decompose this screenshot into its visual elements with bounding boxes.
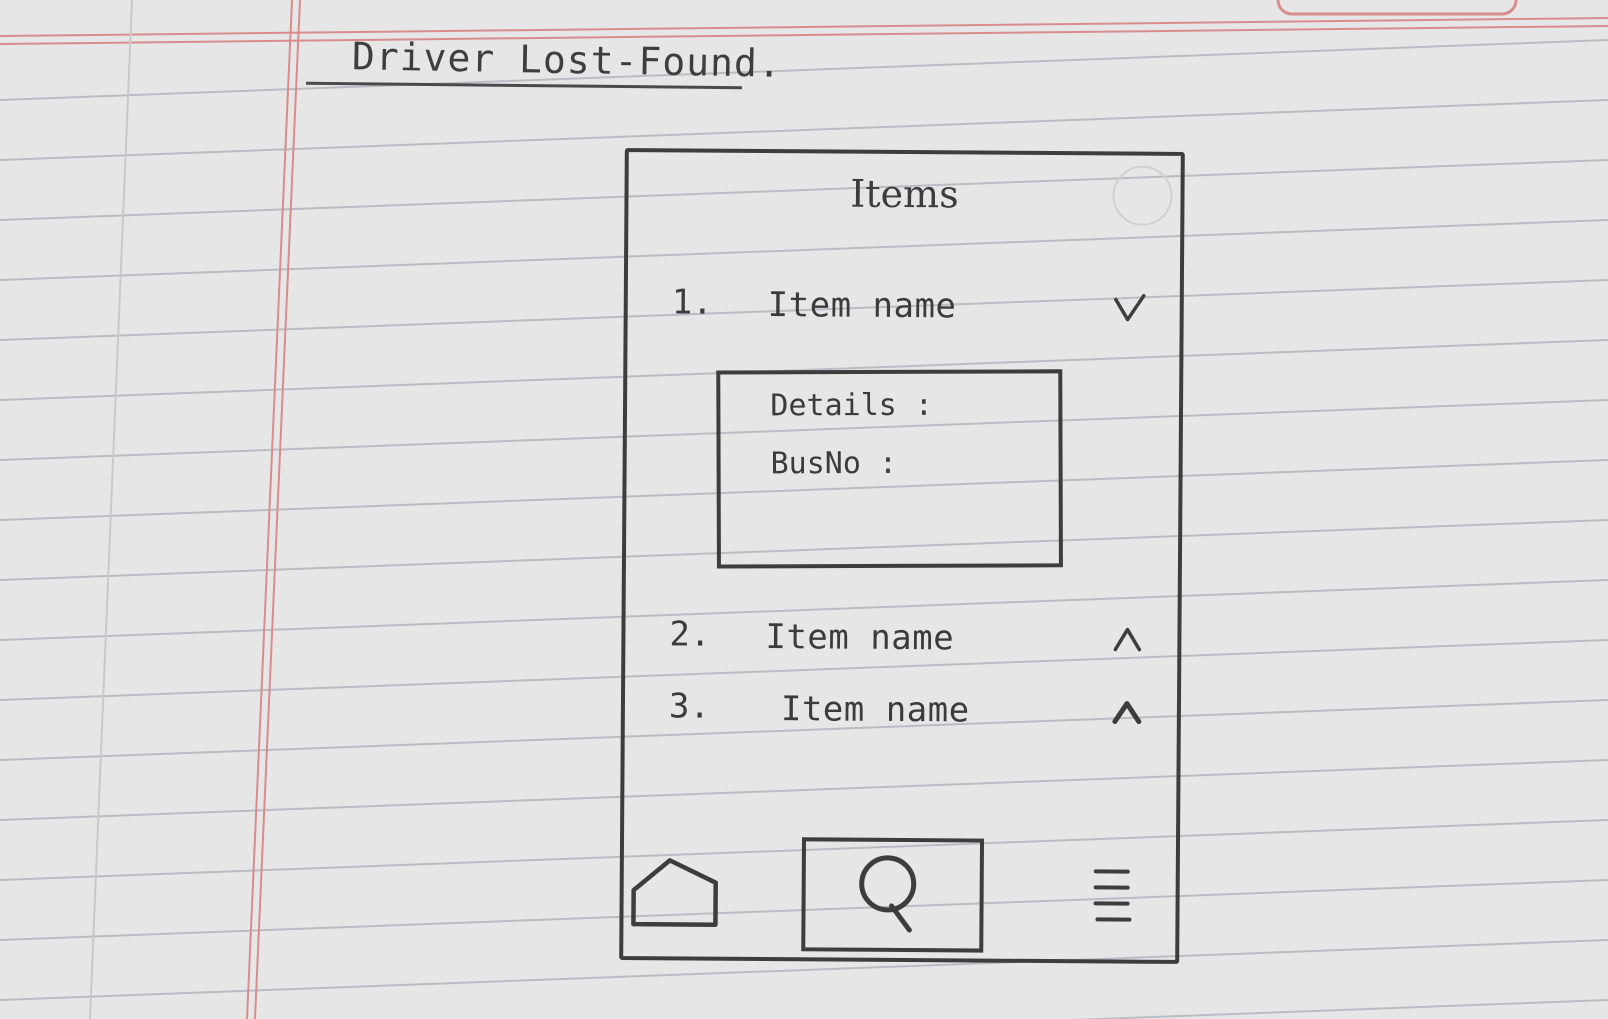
bus-number-label: BusNo : xyxy=(770,445,898,482)
item-number: 1. xyxy=(671,282,713,323)
home-icon[interactable] xyxy=(629,850,726,935)
item-list: 1. Item name Details : BusNo : 2. Item n… xyxy=(629,152,1181,730)
details-label: Details : xyxy=(770,387,934,424)
chevron-down-icon[interactable] xyxy=(1110,287,1150,327)
bottom-navigation xyxy=(623,836,1176,960)
list-item-3[interactable]: 3. Item name xyxy=(669,684,1147,739)
item-number: 3. xyxy=(668,686,711,727)
ruled-line xyxy=(1071,999,1608,1019)
item-number: 2. xyxy=(669,614,711,655)
faint-circle-icon xyxy=(1112,165,1173,226)
screen-title: Items xyxy=(850,171,959,217)
search-button[interactable] xyxy=(801,837,985,953)
list-item-1[interactable]: 1. Item name xyxy=(672,280,1150,335)
ruled-line xyxy=(0,39,1608,101)
search-icon xyxy=(859,855,917,933)
item-name: Item name xyxy=(767,285,957,327)
chevron-up-icon[interactable] xyxy=(1107,619,1147,659)
phone-wireframe: Items 1. Item name Details : BusNo : 2. … xyxy=(619,148,1185,964)
chevron-up-icon[interactable] xyxy=(1107,691,1147,731)
item-name: Item name xyxy=(765,617,955,659)
list-item-2[interactable]: 2. Item name xyxy=(669,612,1147,667)
item-details-panel: Details : BusNo : xyxy=(716,369,1063,569)
menu-icon[interactable] xyxy=(1089,859,1133,929)
item-name: Item name xyxy=(780,689,970,731)
page-heading: Driver Lost-Found. xyxy=(351,34,783,86)
